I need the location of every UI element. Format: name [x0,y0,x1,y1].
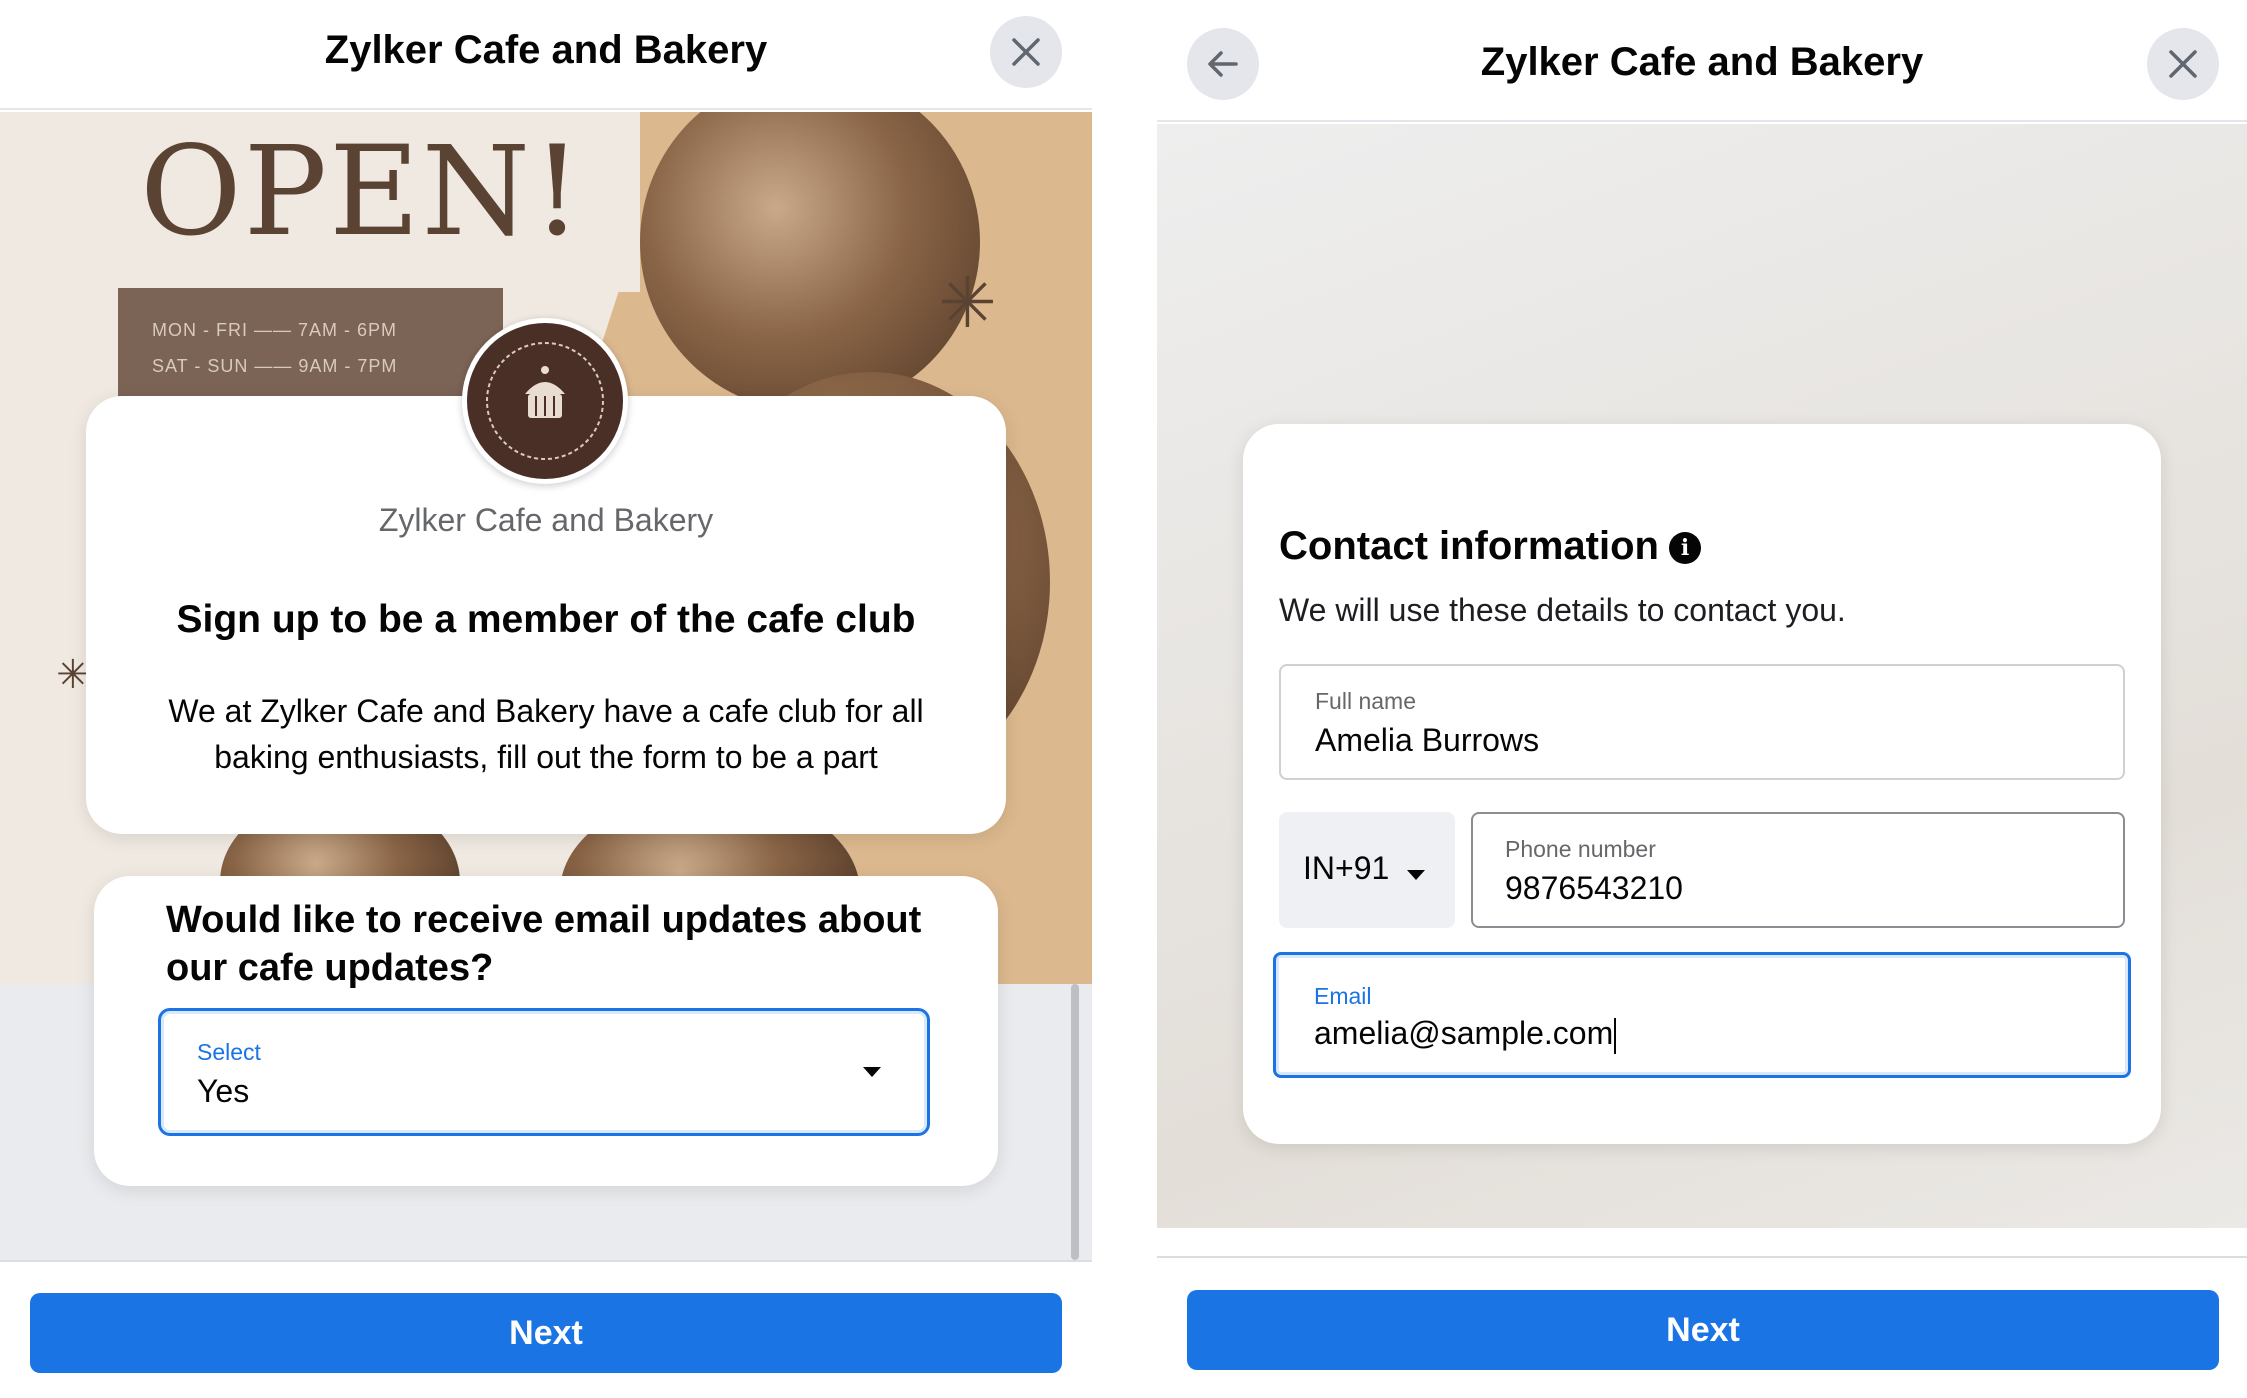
next-button[interactable]: Next [30,1293,1062,1373]
text-cursor [1614,1017,1617,1054]
chevron-down-icon [863,1067,881,1077]
cupcake-logo-icon [486,342,604,460]
close-icon [1012,38,1040,66]
page-name: Zylker Cafe and Bakery [378,502,714,538]
sparkle-icon: ✳ [938,264,997,342]
left-form-panel: OPEN! MON - FRI —— 7AM - 6PM SAT - SUN —… [0,0,1092,1398]
next-button[interactable]: Next [1187,1290,2219,1370]
full-name-label: Full name [1315,688,1416,714]
contact-subtitle: We will use these details to contact you… [1279,592,1846,628]
select-label: Select [197,1039,261,1065]
email-field[interactable]: Email amelia@sample.com [1273,952,2131,1078]
page-logo [462,318,628,484]
header: Zylker Cafe and Bakery [0,0,1092,110]
contact-title: Contact information [1279,524,1659,568]
open-headline: OPEN! [140,120,584,264]
scrollbar[interactable] [1071,984,1079,1260]
email-updates-select[interactable]: Select Yes [158,1008,930,1136]
select-value: Yes [197,1073,250,1109]
question-card: Would like to receive email updates abou… [94,876,998,1186]
header: Zylker Cafe and Bakery [1157,0,2247,122]
hours-weekday: MON - FRI —— 7AM - 6PM [152,320,398,340]
close-icon [2169,50,2197,78]
full-name-value: Amelia Burrows [1315,722,1540,758]
sparkle-icon: ✳ [56,653,90,697]
country-code-select[interactable]: IN+91 [1279,812,1455,928]
phone-number-field[interactable]: Phone number 9876543210 [1471,812,2125,928]
close-button[interactable] [990,16,1062,88]
header-title: Zylker Cafe and Bakery [1480,40,1924,84]
question-text: Would like to receive email updates abou… [166,899,922,989]
email-value: amelia@sample.com [1314,1015,1617,1054]
info-icon[interactable]: i [1669,532,1701,564]
chevron-down-icon [1407,870,1425,880]
contact-card: Contact information i We will use these … [1243,424,2161,1144]
intro-heading: Sign up to be a member of the cafe club [176,598,916,641]
intro-description: We at Zylker Cafe and Bakery have a cafe… [168,693,924,775]
phone-number-value: 9876543210 [1505,870,1683,906]
header-title: Zylker Cafe and Bakery [324,28,768,72]
country-code-value: IN+91 [1303,850,1390,886]
hours-weekend: SAT - SUN —— 9AM - 7PM [152,356,398,376]
email-label: Email [1314,983,1372,1009]
email-text: amelia@sample.com [1314,1015,1614,1051]
close-button[interactable] [2147,28,2219,100]
full-name-field[interactable]: Full name Amelia Burrows [1279,664,2125,780]
hours-box: MON - FRI —— 7AM - 6PM SAT - SUN —— 9AM … [118,288,503,400]
phone-number-label: Phone number [1505,836,1656,862]
right-form-panel: Zylker Cafe and Bakery Contact informati… [1157,0,2247,1398]
